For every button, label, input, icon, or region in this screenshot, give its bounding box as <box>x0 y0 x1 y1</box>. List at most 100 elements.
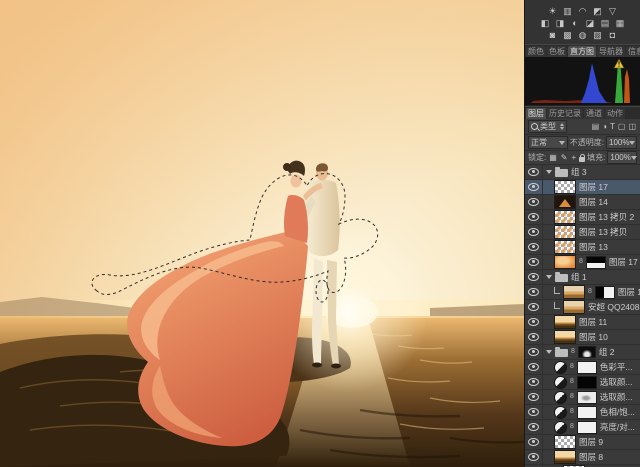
layer-thumbnail[interactable] <box>554 255 576 269</box>
mask-link-icon[interactable]: 8 <box>571 348 575 356</box>
lock-position-icon[interactable]: + <box>571 153 578 163</box>
group-row[interactable]: 组 3 <box>525 165 640 180</box>
layer-mask-thumbnail[interactable] <box>576 420 597 434</box>
layer-mask-thumbnail[interactable] <box>576 405 597 419</box>
visibility-toggle[interactable] <box>525 375 543 389</box>
layer-thumbnail[interactable] <box>554 195 576 209</box>
lock-image-pixels-icon[interactable]: ✎ <box>560 153 569 163</box>
layer-thumbnail[interactable] <box>563 285 585 299</box>
lock-all-icon[interactable] <box>579 153 586 162</box>
layer-row[interactable]: 图层 9 <box>525 435 640 450</box>
layer-mask-thumbnail[interactable] <box>576 360 597 374</box>
blend-mode-select[interactable]: 正常 <box>528 136 568 149</box>
visibility-toggle[interactable] <box>525 180 543 194</box>
invert-icon[interactable]: ◙ <box>547 30 559 41</box>
layer-row[interactable]: 8 图层 16 <box>525 285 640 300</box>
mask-link-icon[interactable]: 8 <box>570 363 574 371</box>
layer-row[interactable]: 安超 QQ240836817 <box>525 300 640 315</box>
layer-mask-thumbnail[interactable] <box>577 346 596 358</box>
visibility-toggle[interactable] <box>525 405 543 419</box>
vibrance-icon[interactable]: ▽ <box>607 6 619 17</box>
tab-channels[interactable]: 通道 <box>584 108 604 119</box>
mask-link-icon[interactable]: 8 <box>570 378 574 386</box>
group-row[interactable]: 组 1 <box>525 270 640 285</box>
threshold-icon[interactable]: ◍ <box>577 30 589 41</box>
mask-link-icon[interactable]: 8 <box>579 258 583 266</box>
layer-thumbnail[interactable] <box>554 330 576 344</box>
color-balance-icon[interactable]: ◨ <box>554 18 566 29</box>
tab-layers[interactable]: 图层 <box>526 108 546 119</box>
group-row[interactable]: 8 组 2 <box>525 345 640 360</box>
tab-info[interactable]: 信息 <box>626 46 640 57</box>
photo-filter-icon[interactable]: ◪ <box>584 18 596 29</box>
tab-navigator[interactable]: 导航器 <box>597 46 625 57</box>
visibility-toggle[interactable] <box>525 435 543 449</box>
color-lookup-icon[interactable]: ▦ <box>614 18 626 29</box>
visibility-toggle[interactable] <box>525 390 543 404</box>
visibility-toggle[interactable] <box>525 240 543 254</box>
layer-thumbnail[interactable] <box>554 180 576 194</box>
adjustment-layer-filter-icon[interactable]: ◑ <box>601 122 608 132</box>
mask-link-icon[interactable]: 8 <box>570 408 574 416</box>
layer-thumbnail[interactable] <box>554 225 576 239</box>
visibility-toggle[interactable] <box>525 195 543 209</box>
mask-link-icon[interactable]: 8 <box>588 288 592 296</box>
layer-thumbnail[interactable] <box>554 210 576 224</box>
layer-mask-thumbnail[interactable] <box>576 375 597 389</box>
hue-saturation-icon[interactable]: ◧ <box>539 18 551 29</box>
fill-field[interactable]: 100% <box>607 151 638 164</box>
layer-thumbnail[interactable] <box>563 300 585 314</box>
levels-icon[interactable]: ▥ <box>562 6 574 17</box>
visibility-toggle[interactable] <box>525 300 543 314</box>
layer-row[interactable]: 图层 10 <box>525 330 640 345</box>
visibility-toggle[interactable] <box>525 450 543 464</box>
visibility-toggle[interactable] <box>525 270 543 284</box>
visibility-toggle[interactable] <box>525 360 543 374</box>
document-canvas[interactable] <box>0 0 524 467</box>
layer-mask-thumbnail[interactable] <box>594 285 615 299</box>
channel-mixer-icon[interactable]: ▤ <box>599 18 611 29</box>
visibility-toggle[interactable] <box>525 165 543 179</box>
layer-row[interactable]: 8 图层 17 拷贝 <box>525 255 640 270</box>
shape-layer-filter-icon[interactable]: ▢ <box>617 122 627 132</box>
tab-actions[interactable]: 动作 <box>605 108 625 119</box>
layer-row[interactable]: 图层 13 拷贝 <box>525 225 640 240</box>
black-white-icon[interactable]: ◐ <box>569 18 581 29</box>
visibility-toggle[interactable] <box>525 225 543 239</box>
visibility-toggle[interactable] <box>525 255 543 269</box>
posterize-icon[interactable]: ▩ <box>562 30 574 41</box>
mask-link-icon[interactable]: 8 <box>570 393 574 401</box>
gradient-map-icon[interactable]: ▨ <box>592 30 604 41</box>
layer-row[interactable]: 图层 8 <box>525 450 640 465</box>
smart-object-filter-icon[interactable]: ◫ <box>627 122 637 132</box>
visibility-toggle[interactable] <box>525 315 543 329</box>
layer-row[interactable]: 图层 17 <box>525 180 640 195</box>
tab-history[interactable]: 历史记录 <box>547 108 583 119</box>
layer-mask-thumbnail[interactable] <box>576 390 597 404</box>
tab-color[interactable]: 颜色 <box>526 46 546 57</box>
layer-mask-thumbnail[interactable] <box>585 255 606 269</box>
filter-kind-dropdown[interactable]: 类型 <box>528 120 567 133</box>
layer-row[interactable]: 8 色彩平... <box>525 360 640 375</box>
layer-row[interactable]: 图层 13 拷贝 2 <box>525 210 640 225</box>
selective-color-icon[interactable]: ◘ <box>607 30 619 41</box>
layer-row[interactable]: 图层 11 <box>525 315 640 330</box>
visibility-toggle[interactable] <box>525 420 543 434</box>
tab-histogram[interactable]: 直方图 <box>568 46 596 57</box>
type-layer-filter-icon[interactable]: T <box>609 122 616 132</box>
clipping-warning-icon[interactable] <box>613 58 625 69</box>
curves-icon[interactable]: ◠ <box>577 6 589 17</box>
expand-caret-icon[interactable] <box>546 350 552 354</box>
layer-row[interactable]: 8 选取颜... <box>525 390 640 405</box>
pixel-layer-filter-icon[interactable]: ▤ <box>591 122 601 132</box>
visibility-toggle[interactable] <box>525 345 543 359</box>
layer-row[interactable]: 8 选取颜... <box>525 375 640 390</box>
layer-thumbnail[interactable] <box>554 315 576 329</box>
exposure-icon[interactable]: ◩ <box>592 6 604 17</box>
visibility-toggle[interactable] <box>525 285 543 299</box>
layer-row[interactable]: 8 色相/饱... <box>525 405 640 420</box>
expand-caret-icon[interactable] <box>546 275 552 279</box>
brightness-contrast-icon[interactable]: ☀ <box>547 6 559 17</box>
visibility-toggle[interactable] <box>525 330 543 344</box>
layer-thumbnail[interactable] <box>554 450 576 464</box>
